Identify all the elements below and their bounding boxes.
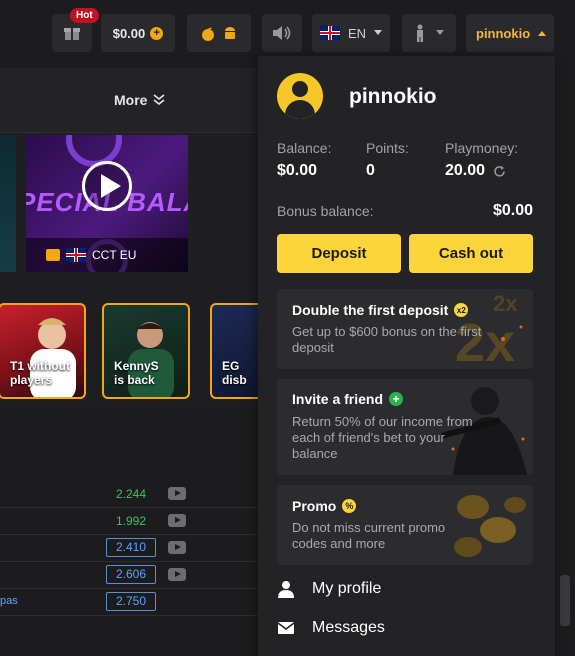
- menu-item-label: My profile: [312, 580, 382, 597]
- story-line2: disb: [222, 373, 247, 387]
- video-icon[interactable]: [168, 541, 186, 554]
- app-root: Hot $0.00 + EN pinnokio More PECIAL BAL …: [0, 0, 575, 656]
- story-card[interactable]: T1 without players: [0, 303, 86, 399]
- balance-button[interactable]: $0.00 +: [101, 14, 175, 52]
- story-card[interactable]: KennyS is back: [102, 303, 190, 399]
- add-funds-icon: +: [150, 26, 164, 40]
- envelope-icon: [277, 622, 295, 634]
- promo-card-promo-codes[interactable]: Promo % Do not miss current promo codes …: [277, 485, 533, 565]
- video-icon[interactable]: [168, 514, 186, 527]
- more-label: More: [114, 92, 148, 108]
- video-icon[interactable]: [168, 568, 186, 581]
- person-standing-icon: [417, 24, 423, 42]
- section-nav: More: [0, 68, 258, 133]
- video-icon[interactable]: [168, 487, 186, 500]
- sound-toggle[interactable]: [262, 14, 302, 52]
- uk-flag-icon: [66, 248, 86, 262]
- odd-button[interactable]: 2.606: [106, 565, 156, 584]
- menu-item-messages[interactable]: Messages: [277, 616, 385, 640]
- bonus-balance-label: Bonus balance:: [277, 203, 374, 219]
- topbar-balance: $0.00: [112, 25, 146, 41]
- plus-badge-icon: +: [389, 392, 404, 406]
- team-link[interactable]: pas: [0, 595, 18, 607]
- chevron-down-icon: [436, 30, 444, 35]
- profile-username: pinnokio: [349, 85, 437, 108]
- percent-badge-icon: %: [342, 499, 357, 513]
- story-line2: is back: [114, 373, 155, 387]
- story-line1: EG: [222, 359, 240, 373]
- user-dropdown: pinnokio Balance: $0.00 Points: 0 Playmo…: [258, 56, 555, 656]
- promo-card-double-deposit[interactable]: 2x 2x Double the first deposit x2 Get up …: [277, 289, 533, 369]
- apps-button[interactable]: [187, 14, 251, 52]
- topbar-username: pinnokio: [476, 25, 531, 41]
- svg-text:2x: 2x: [493, 291, 518, 316]
- stream-title: CCT EU: [92, 248, 137, 262]
- stream-thumbnail[interactable]: PECIAL BALANC CCT EU: [26, 135, 188, 272]
- refresh-icon[interactable]: [493, 165, 506, 178]
- promo-description: Return 50% of our income from each of fr…: [292, 414, 473, 461]
- odd-value[interactable]: 1.992: [116, 514, 146, 528]
- story-line1: KennyS: [114, 359, 159, 373]
- menu-item-my-profile[interactable]: My profile: [277, 577, 381, 601]
- avatar[interactable]: [277, 73, 323, 119]
- playmoney-value: 20.00: [445, 162, 486, 179]
- promo-title: Invite a friend: [292, 391, 384, 407]
- speaker-icon: [273, 26, 291, 40]
- hot-badge: Hot: [70, 8, 99, 23]
- table-row: 2.410: [0, 535, 258, 562]
- odd-button[interactable]: 2.750: [106, 592, 156, 611]
- chevron-up-icon: [538, 31, 547, 36]
- stories-row: T1 without players KennyS is back EG disb: [0, 295, 270, 407]
- uk-flag-icon: [319, 26, 340, 40]
- chevron-down-icon: [374, 30, 383, 35]
- menu-item-label: Messages: [312, 619, 385, 636]
- more-menu-button[interactable]: More: [114, 92, 165, 108]
- odd-value[interactable]: 2.244: [116, 487, 146, 501]
- points-value: 0: [366, 162, 375, 179]
- promo-description: Do not miss current promo codes and more: [292, 520, 446, 551]
- user-menu-button[interactable]: pinnokio: [466, 14, 554, 52]
- play-icon[interactable]: [82, 161, 132, 211]
- deposit-button[interactable]: Deposit: [277, 234, 401, 273]
- language-select[interactable]: EN: [312, 14, 390, 52]
- playmoney-label: Playmoney:: [445, 140, 519, 156]
- bonus-balance-value: $0.00: [492, 202, 533, 219]
- main-content: More PECIAL BALANC CCT EU T1 withoutplay…: [0, 68, 270, 656]
- story-line2: players: [10, 373, 53, 387]
- balance-label: Balance:: [277, 140, 332, 156]
- cash-out-button[interactable]: Cash out: [409, 234, 533, 273]
- points-label: Points:: [366, 140, 409, 156]
- story-line1: T1 without: [10, 359, 70, 373]
- promo-card-invite-friend[interactable]: Invite a friend + Return 50% of our inco…: [277, 379, 533, 475]
- playmoney-row: 20.00: [445, 162, 506, 180]
- promo-title: Double the first deposit: [292, 302, 449, 318]
- double-chevron-down-icon: [153, 94, 165, 106]
- balance-value: $0.00: [277, 162, 318, 179]
- table-row: 2.244: [0, 481, 258, 508]
- odd-button[interactable]: 2.410: [106, 538, 156, 557]
- scrollbar-thumb[interactable]: [560, 575, 570, 626]
- gift-icon: [64, 28, 80, 40]
- person-icon: [278, 581, 294, 598]
- accessibility-button[interactable]: [402, 14, 456, 52]
- stream-caption: CCT EU: [26, 238, 188, 272]
- table-row: pas 2.750: [0, 589, 258, 616]
- android-icon: [225, 27, 235, 39]
- table-row: 1.992: [0, 508, 258, 535]
- promo-title: Promo: [292, 498, 337, 514]
- tournament-logo-icon: [46, 249, 60, 261]
- promo-description: Get up to $600 bonus on the first deposi…: [292, 324, 482, 355]
- stream-thumbnail-partial[interactable]: [0, 135, 16, 272]
- language-label: EN: [347, 25, 367, 41]
- x2-badge-icon: x2: [454, 303, 469, 317]
- apple-icon: [202, 27, 214, 41]
- table-row: 2.606: [0, 562, 258, 589]
